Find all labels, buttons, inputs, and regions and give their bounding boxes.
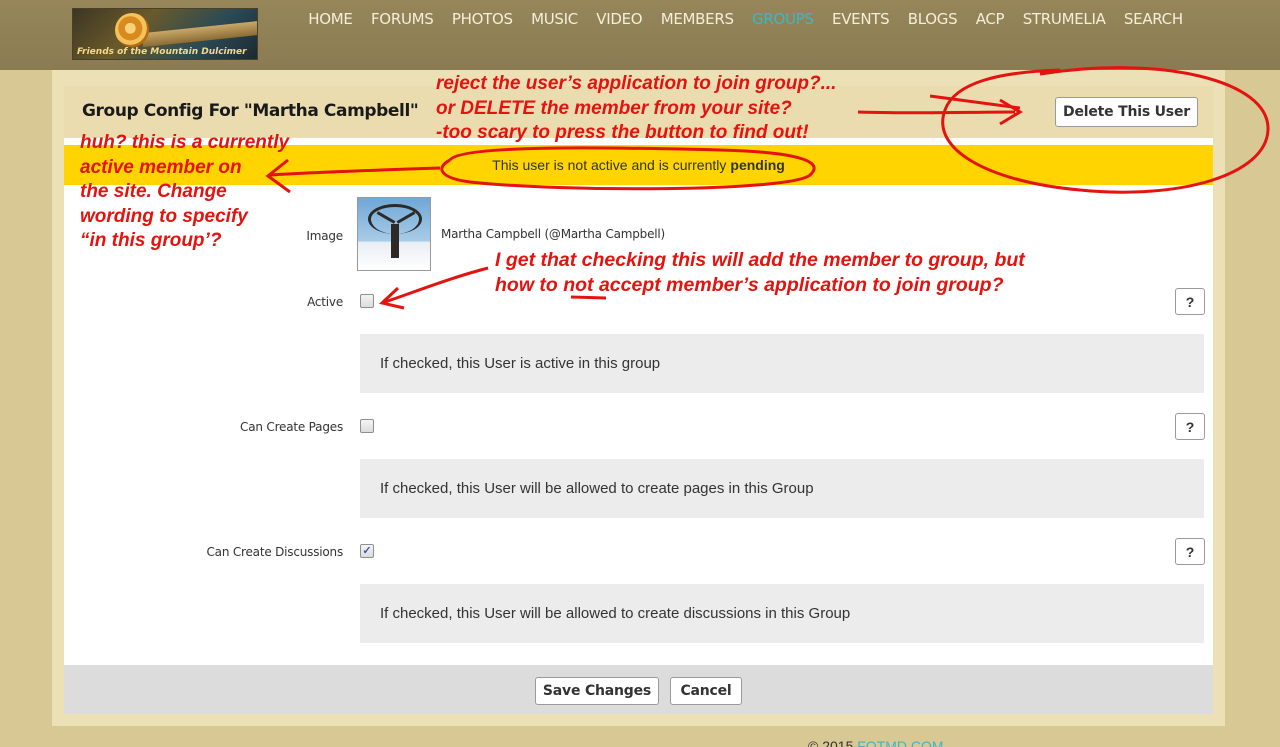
logo-text: Friends of the Mountain Dulcimer	[77, 47, 247, 57]
site-logo[interactable]: Friends of the Mountain Dulcimer	[72, 8, 258, 60]
help-button-create-discussions[interactable]: ?	[1175, 538, 1205, 565]
annotation-line: reject the user’s application to join gr…	[436, 73, 837, 94]
help-text-create-pages: If checked, this User will be allowed to…	[360, 459, 1204, 518]
field-label-create-discussions: Can Create Discussions	[206, 545, 343, 559]
field-label-create-pages: Can Create Pages	[240, 420, 343, 434]
nav-forums[interactable]: FORUMS	[362, 10, 443, 28]
active-checkbox[interactable]	[360, 294, 374, 308]
annotation-line: huh? this is a currently	[80, 132, 290, 153]
nav-video[interactable]: VIDEO	[587, 10, 651, 28]
annotation-middle: I get that checking this will add the me…	[495, 248, 1025, 297]
nav-members[interactable]: MEMBERS	[652, 10, 743, 28]
help-button-active[interactable]: ?	[1175, 288, 1205, 315]
page-title: Group Config For "Martha Campbell"	[82, 101, 419, 121]
delete-user-button[interactable]: Delete This User	[1055, 97, 1198, 127]
nav-music[interactable]: MUSIC	[522, 10, 587, 28]
annotation-line: active member on	[80, 156, 242, 178]
logo-dulcimer-neck	[143, 20, 257, 48]
annotation-line: “in this group’?	[80, 230, 222, 251]
logo-scroll-icon	[115, 13, 149, 47]
annotation-line: I get that checking this will add the me…	[495, 249, 1025, 271]
annotation-left: huh? this is a currently active member o…	[80, 131, 289, 254]
avatar-tree-trunk	[391, 224, 399, 258]
nav-search[interactable]: SEARCH	[1115, 10, 1192, 28]
create-discussions-checkbox[interactable]: ✓	[360, 544, 374, 558]
nav-strumelia[interactable]: STRUMELIA	[1014, 10, 1115, 28]
annotation-line: or DELETE the member from your site?	[436, 97, 792, 119]
top-nav-bar: Friends of the Mountain Dulcimer HOME FO…	[0, 0, 1280, 70]
notice-text: This user is not active and is currently	[492, 157, 727, 173]
nav-events[interactable]: EVENTS	[823, 10, 899, 28]
nav-groups[interactable]: GROUPS	[743, 10, 823, 28]
nav-photos[interactable]: PHOTOS	[443, 10, 522, 28]
notice-status: pending	[730, 157, 785, 173]
help-button-create-pages[interactable]: ?	[1175, 413, 1205, 440]
field-label-active: Active	[307, 295, 343, 309]
help-text-create-discussions: If checked, this User will be allowed to…	[360, 584, 1204, 643]
copyright-prefix: © 2015	[808, 738, 854, 747]
user-display-name: Martha Campbell (@Martha Campbell)	[441, 227, 666, 241]
save-changes-button[interactable]: Save Changes	[535, 677, 659, 705]
annotation-line: wording to specify	[80, 205, 248, 227]
main-nav: HOME FORUMS PHOTOS MUSIC VIDEO MEMBERS G…	[299, 10, 1192, 28]
annotation-top: reject the user’s application to join gr…	[436, 72, 836, 146]
help-text-active: If checked, this User is active in this …	[360, 334, 1204, 393]
annotation-line: how to not accept member’s application t…	[495, 273, 1004, 296]
cancel-button[interactable]: Cancel	[670, 677, 742, 705]
copyright: © 2015 FOTMD.COM	[808, 738, 944, 747]
copyright-link[interactable]: FOTMD.COM	[857, 738, 943, 747]
nav-acp[interactable]: ACP	[967, 10, 1014, 28]
nav-blogs[interactable]: BLOGS	[899, 10, 967, 28]
create-pages-checkbox[interactable]	[360, 419, 374, 433]
avatar[interactable]	[357, 197, 431, 271]
annotation-line: -too scary to press the button to find o…	[436, 122, 809, 143]
annotation-line: the site. Change	[80, 181, 227, 202]
nav-home[interactable]: HOME	[299, 10, 362, 28]
